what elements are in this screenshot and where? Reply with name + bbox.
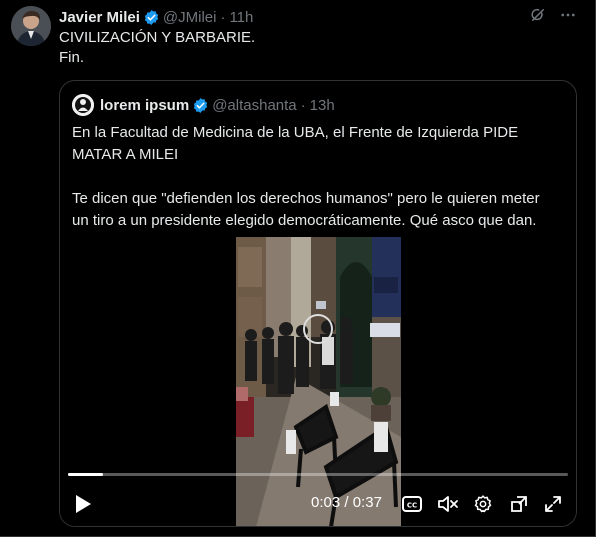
author-avatar[interactable] [11, 6, 51, 46]
video-player[interactable]: 0:03 / 0:37 CC [60, 237, 576, 526]
mute-icon[interactable] [435, 489, 461, 519]
tweet-header: Javier Milei @JMilei · 11h [59, 7, 253, 27]
video-time-separator: / [344, 494, 349, 511]
tweet-container[interactable]: Javier Milei @JMilei · 11h CIVILIZACIÓN … [0, 0, 596, 537]
grok-icon[interactable] [529, 6, 547, 24]
quoted-timestamp[interactable]: 13h [310, 97, 335, 114]
quoted-author-name[interactable]: lorem ipsum [100, 97, 189, 114]
fullscreen-icon[interactable] [541, 489, 565, 519]
captions-icon[interactable]: CC [400, 489, 424, 519]
author-handle[interactable]: @JMilei [163, 9, 217, 26]
pip-icon[interactable] [507, 489, 531, 519]
video-timecode: 0:03 / 0:37 [311, 494, 382, 511]
settings-icon[interactable] [471, 489, 495, 519]
play-icon[interactable] [70, 489, 96, 519]
quoted-tweet-text: En la Facultad de Medicina de la UBA, el… [72, 124, 540, 229]
svg-text:CC: CC [407, 502, 417, 510]
video-progress-bar[interactable] [68, 473, 568, 476]
tweet-text: CIVILIZACIÓN Y BARBARIE. Fin. [59, 29, 256, 66]
quoted-author-handle[interactable]: @altashanta [212, 97, 296, 114]
video-controls: 0:03 / 0:37 CC [60, 489, 576, 519]
quoted-tweet[interactable]: lorem ipsum @altashanta · 13h En la Facu… [59, 80, 577, 527]
video-duration: 0:37 [352, 494, 382, 511]
video-current-time: 0:03 [311, 494, 341, 511]
tweet-timestamp[interactable]: 11h [229, 9, 253, 26]
more-icon[interactable] [559, 6, 577, 24]
quoted-tweet-header: lorem ipsum @altashanta · 13h [100, 95, 335, 115]
verified-badge-icon[interactable] [143, 9, 160, 26]
quoted-header-separator: · [300, 96, 306, 114]
author-name[interactable]: Javier Milei [59, 9, 140, 26]
video-progress-fill [68, 473, 103, 476]
quoted-author-avatar[interactable] [72, 94, 94, 116]
tweet-header-actions [529, 6, 577, 24]
quoted-verified-badge-icon[interactable] [192, 97, 209, 114]
video-frame[interactable] [236, 237, 401, 526]
header-separator: · [220, 8, 226, 26]
